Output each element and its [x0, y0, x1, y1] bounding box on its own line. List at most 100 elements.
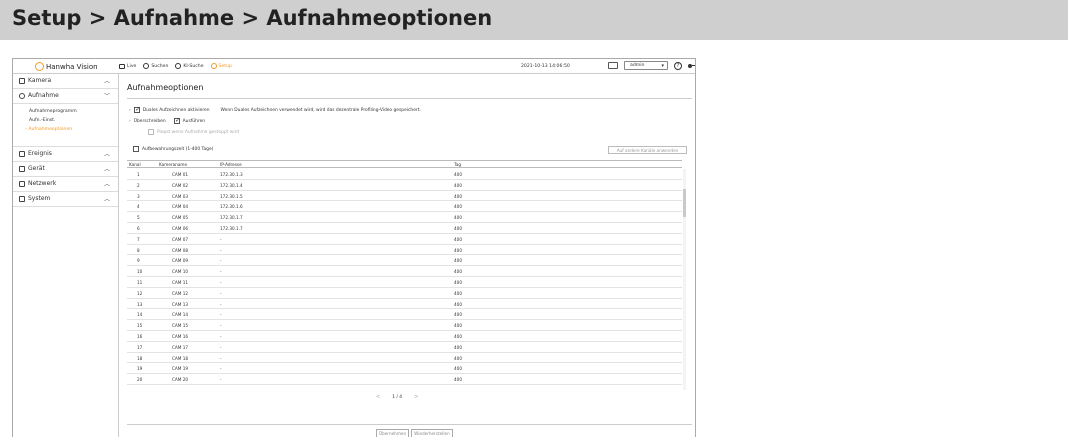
cell-tag: 400: [454, 290, 462, 296]
channel-table: Kanal Kameraname IP-Adresse Tag 1 CAM 01 1…: [127, 160, 690, 390]
column-header-ip: IP-Adresse: [220, 162, 242, 167]
table-row[interactable]: 3 CAM 03 172.30.1.5 400: [127, 191, 682, 202]
table-row[interactable]: 13 CAM 13 - 400: [127, 299, 682, 310]
cell-ip-adresse: -: [220, 323, 222, 329]
cell-kameraname: CAM 02: [172, 182, 189, 188]
overwrite-checkbox[interactable]: [173, 117, 180, 124]
user-name: admin: [630, 63, 645, 68]
logout-icon[interactable]: [688, 63, 695, 68]
retention-checkbox[interactable]: [133, 146, 139, 152]
prev-page-button[interactable]: <: [376, 394, 380, 400]
next-page-button[interactable]: >: [414, 394, 418, 400]
sidebar-subitem-aufnahmeoptionen[interactable]: › Aufnahmeoptionen: [13, 125, 118, 134]
column-header-tag: Tag: [454, 162, 462, 167]
cell-kameraname: CAM 04: [172, 204, 189, 210]
table-row[interactable]: 1 CAM 01 172.30.1.3 400: [127, 169, 682, 180]
cell-kanal: 11: [137, 279, 143, 285]
table-row[interactable]: 18 CAM 18 - 400: [127, 353, 682, 364]
cell-tag: 400: [454, 225, 462, 231]
cell-kameraname: CAM 12: [172, 290, 189, 296]
nav-setup[interactable]: Setup: [210, 63, 232, 69]
sidebar-item-label: Netzwerk: [28, 180, 57, 187]
table-row[interactable]: 9 CAM 09 - 400: [127, 255, 682, 267]
cell-kanal: 1: [137, 172, 140, 177]
sidebar-item-netzwerk[interactable]: Netzwerk ︿: [13, 177, 118, 192]
help-icon[interactable]: ?: [674, 61, 682, 70]
dual-recording-info: Wenn Duales Aufzeichnen verwendet wird, …: [220, 107, 421, 113]
table-row[interactable]: 7 CAM 07 - 400: [127, 234, 682, 245]
brand-logo[interactable]: Hanwha Vision: [35, 62, 98, 71]
nav-live-label: Live: [127, 63, 137, 69]
cell-kanal: 9: [137, 258, 140, 264]
table-header: Kanal Kameraname IP-Adresse Tag: [127, 160, 682, 168]
cell-tag: 400: [454, 312, 462, 318]
table-row[interactable]: 14 CAM 14 - 400: [127, 309, 682, 321]
cell-ip-adresse: -: [220, 279, 222, 285]
table-body: 1 CAM 01 172.30.1.3 400 2 CAM 02 172.30.1.4 400…: [127, 169, 682, 385]
scrollbar-thumb[interactable]: [683, 189, 686, 217]
table-row[interactable]: 10 CAM 10 - 400: [127, 266, 682, 277]
table-row[interactable]: 5 CAM 05 172.30.1.7 400: [127, 212, 682, 223]
apply-button[interactable]: Übernehmen: [376, 429, 410, 437]
network-icon: [19, 181, 25, 187]
nvr-window: Hanwha Vision Live Suchen KI-Suche Setup…: [12, 58, 696, 437]
nav-ai-search[interactable]: KI-Suche: [175, 63, 204, 69]
sidebar-item-label: Gerät: [28, 165, 45, 172]
restore-button[interactable]: Wiederherstellen: [411, 429, 453, 437]
cell-ip-adresse: -: [220, 290, 222, 296]
table-row[interactable]: 11 CAM 11 - 400: [127, 277, 682, 288]
table-row[interactable]: 2 CAM 02 172.30.1.4 400: [127, 180, 682, 191]
cell-kameraname: CAM 03: [172, 193, 189, 199]
sidebar-item-label: System: [28, 195, 51, 202]
cell-ip-adresse: 172.30.1.6: [220, 204, 243, 210]
table-scrollbar[interactable]: [683, 169, 686, 390]
chevron-right-icon: ›: [25, 127, 27, 132]
nav-live[interactable]: Live: [119, 63, 137, 69]
chevron-down-icon: ﹀: [103, 93, 110, 100]
cell-kanal: 18: [137, 355, 143, 361]
sidebar-item-geraet[interactable]: Gerät ︿: [13, 162, 118, 177]
cell-kameraname: CAM 18: [172, 355, 189, 361]
table-row[interactable]: 8 CAM 08 - 400: [127, 245, 682, 256]
cell-tag: 400: [454, 323, 462, 329]
table-row[interactable]: 6 CAM 06 172.30.1.7 400: [127, 223, 682, 234]
sidebar-item-aufnahme[interactable]: Aufnahme ﹀: [13, 89, 118, 104]
cell-ip-adresse: -: [220, 333, 222, 339]
monitor-icon: [119, 63, 125, 69]
overwrite-row: › Überschreiben Ausführen: [129, 117, 205, 124]
record-icon: [19, 93, 25, 99]
table-row[interactable]: 19 CAM 19 - 400: [127, 363, 682, 375]
sidebar-subitem-aufnahmeprogramm[interactable]: Aufnahmeprogramm: [13, 107, 118, 116]
dual-recording-checkbox[interactable]: [133, 106, 140, 113]
table-row[interactable]: 20 CAM 20 - 400: [127, 374, 682, 385]
nav-setup-label: Setup: [218, 63, 232, 69]
cell-tag: 400: [454, 366, 462, 372]
sidebar-subitem-aufn-einst[interactable]: Aufn.-Einst.: [13, 116, 118, 125]
retention-row: Aufbewahrungszeit (1-400 Tage): [133, 146, 213, 152]
sidebar-item-label: Aufnahme: [28, 92, 59, 99]
sidebar-item-kamera[interactable]: Kamera ︿: [13, 74, 118, 89]
banner-title: Setup > Aufnahme > Aufnahmeoptionen: [12, 6, 493, 30]
top-nav: Live Suchen KI-Suche Setup: [119, 63, 232, 69]
sidebar-item-ereignis[interactable]: Ereignis ︿: [13, 147, 118, 162]
top-bar-actions: admin ▾ ?: [608, 61, 695, 70]
cell-kameraname: CAM 11: [172, 279, 189, 285]
apply-to-other-channels-button[interactable]: Auf andere Kanäle anwenden: [608, 146, 687, 154]
hanwha-logo-icon: [35, 62, 44, 71]
sidebar-item-label: Kamera: [28, 77, 52, 84]
table-row[interactable]: 12 CAM 12 - 400: [127, 288, 682, 299]
table-row[interactable]: 17 CAM 17 - 400: [127, 342, 682, 353]
event-icon: [19, 151, 25, 157]
nav-ai-search-label: KI-Suche: [183, 63, 204, 69]
cell-tag: 400: [454, 182, 462, 188]
cell-tag: 400: [454, 279, 462, 285]
sidebar-item-system[interactable]: System ︿: [13, 192, 118, 207]
user-select[interactable]: admin ▾: [624, 61, 668, 70]
table-row[interactable]: 15 CAM 15 - 400: [127, 320, 682, 331]
table-row[interactable]: 16 CAM 16 - 400: [127, 331, 682, 342]
cell-kameraname: CAM 07: [172, 236, 189, 242]
export-icon[interactable]: [608, 62, 618, 69]
table-row[interactable]: 4 CAM 04 172.30.1.6 400: [127, 201, 682, 213]
beep-checkbox[interactable]: [148, 129, 154, 135]
nav-search[interactable]: Suchen: [143, 63, 168, 69]
